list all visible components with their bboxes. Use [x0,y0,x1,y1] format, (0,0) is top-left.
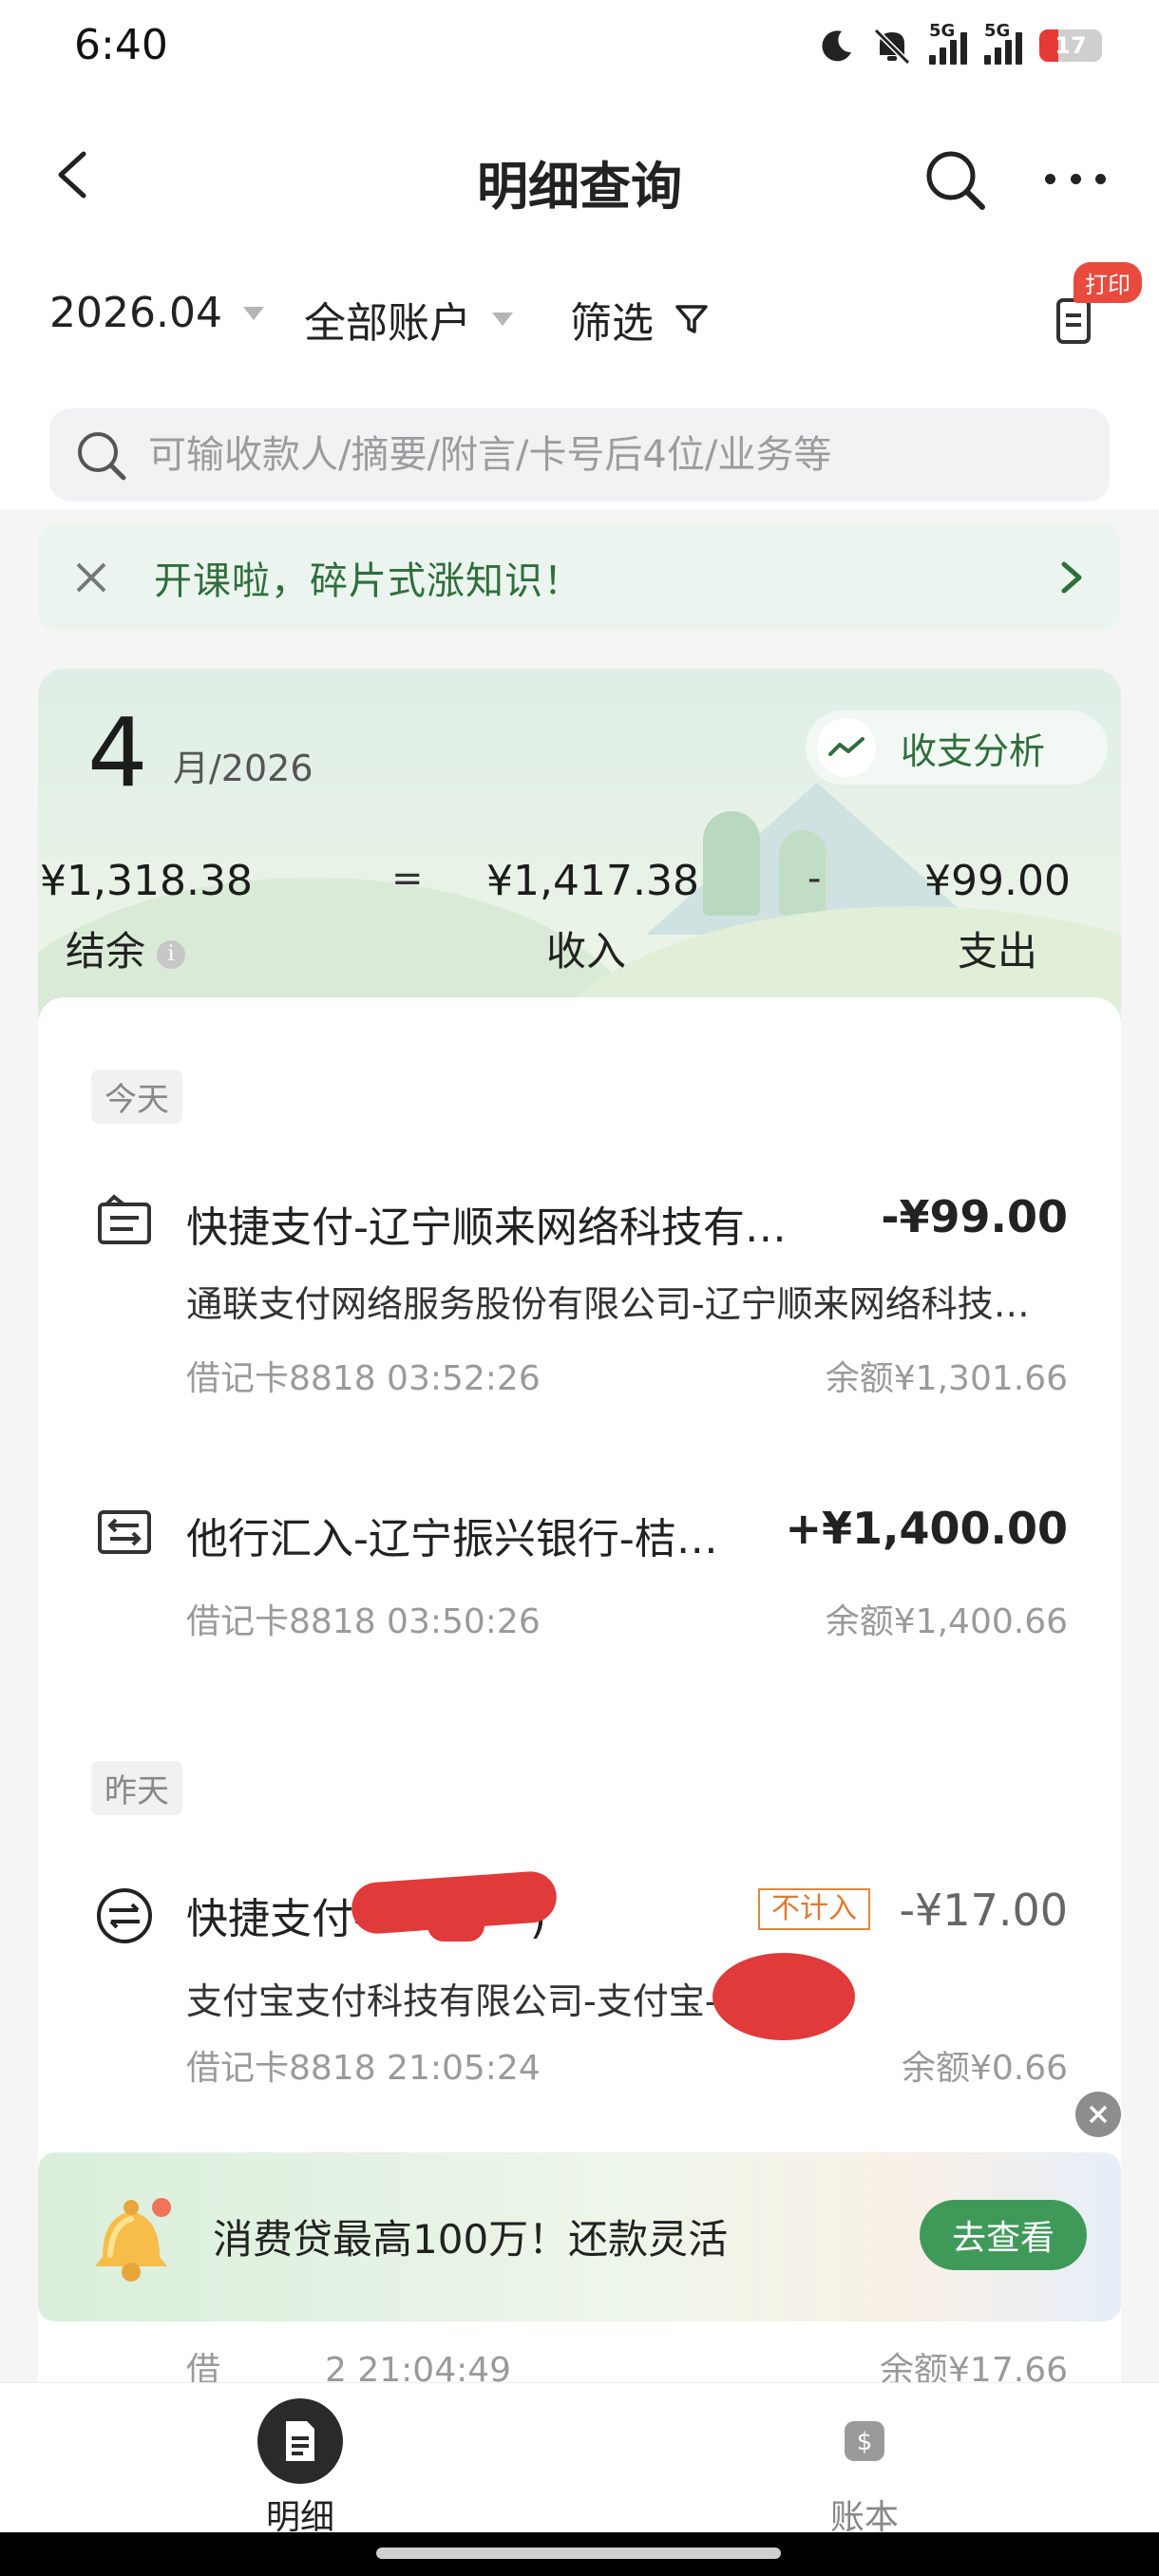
redaction-mark [428,1909,484,1941]
meta-prefix: 借 [186,2351,221,2382]
transaction-card-time: 借 2 21:04:49 [186,2342,511,2382]
signal-icon-2: 5G [984,21,1022,65]
system-navigation-bar [0,2532,1159,2576]
print-badge[interactable]: 打印 [1074,262,1142,303]
mute-icon [873,28,911,65]
month-number: 4 [87,697,148,808]
transaction-balance: 余额¥17.66 [880,2351,1068,2382]
transaction-balance: 余额¥0.66 [901,2049,1068,2088]
expense-amount: ¥99.00 [924,857,1071,905]
status-time: 6:40 [74,21,168,69]
receipt-icon [98,1194,151,1244]
battery-level: 17 [1054,32,1087,59]
excluded-badge: 不计入 [758,1888,870,1930]
close-icon[interactable] [72,559,110,597]
filter-button[interactable]: 筛选 [570,289,709,350]
filter-bar: 2026.04 全部账户 筛选 打印 [0,262,1159,376]
status-bar: 6:40 5G 5G 17 [0,0,1159,91]
account-dropdown[interactable]: 全部账户 [304,289,513,350]
transaction-counterparty: 支付宝支付科技有限公司-支付宝- [186,1980,718,2022]
notice-text: 开课啦，碎片式涨知识！ [154,559,582,603]
month-year: 月/2026 [173,748,314,789]
transaction-card-time: 借记卡8818 03:50:26 [186,1602,541,1641]
promo-text: 消费贷最高100万！还款灵活 [213,2216,729,2263]
equals-sign: = [391,857,424,900]
close-icon [1089,2105,1108,2124]
search-section [0,376,1159,509]
bottom-navigation: 明细 $ 账本 [0,2382,1159,2537]
transaction-amount: -¥17.00 [899,1885,1068,1936]
chevron-right-icon [1061,561,1082,594]
transaction-balance: 余额¥1,400.66 [825,1602,1068,1641]
notice-banner[interactable]: 开课啦，碎片式涨知识！ [38,524,1121,631]
transaction-title-text: 快捷支付- [186,1895,369,1943]
home-indicator[interactable] [376,2548,781,2559]
exchange-icon [97,1888,152,1943]
analysis-label: 收支分析 [901,729,1046,772]
transfer-in-icon [98,1510,151,1554]
meta-tail: 2 21:04:49 [325,2351,512,2382]
background-tree [703,811,760,916]
more-options-icon[interactable] [1045,167,1106,190]
network-type-2: 5G [984,21,1011,41]
signal-icon: 5G [929,21,967,65]
transaction-amount: +¥1,400.00 [785,1503,1068,1554]
income-expense-analysis-button[interactable]: 收支分析 [806,710,1108,785]
period-label: 2026.04 [49,289,222,337]
redaction-mark [712,1953,855,2040]
expense-label: 支出 [957,928,1037,975]
transaction-card-time: 借记卡8818 21:05:24 [186,2049,541,2088]
minus-sign: - [808,857,822,900]
filter-label: 筛选 [570,299,654,348]
balance-label-group: 结余 i [40,919,211,977]
funnel-icon [675,305,708,333]
transaction-title: 快捷支付-辽宁顺来网络科技有… [186,1203,787,1252]
document-icon [257,2398,343,2484]
income-label: 收入 [545,928,626,975]
balance-label: 结余 [65,928,145,975]
ledger-icon: $ [822,2398,907,2484]
transaction-amount: -¥99.00 [881,1191,1068,1242]
svg-text:$: $ [857,2428,873,2456]
day-label-today: 今天 [91,1070,182,1124]
search-icon [78,432,126,481]
status-icons: 5G 5G 17 [819,19,1102,72]
network-type: 5G [929,21,956,41]
app-header: 明细查询 [0,91,1159,262]
search-bar[interactable] [49,408,1110,502]
account-label: 全部账户 [304,299,471,348]
transaction-counterparty: 通联支付网络服务股份有限公司-辽宁顺来网络科技… [186,1283,1030,1325]
battery-icon: 17 [1039,29,1102,62]
transaction-balance: 余额¥1,301.66 [825,1359,1068,1398]
income-amount: ¥1,417.38 [486,857,699,905]
nav-tab-details[interactable]: 明细 [158,2383,443,2537]
search-icon[interactable] [922,146,988,213]
dropdown-arrow-icon [492,313,513,326]
search-input[interactable] [148,433,1060,477]
moon-icon [822,30,851,62]
bell-icon [95,2198,171,2282]
trend-icon [817,718,876,777]
transaction-card-time: 借记卡8818 03:52:26 [186,1359,541,1398]
transaction-title: 他行汇入-辽宁振兴银行-桔… [186,1515,718,1563]
dropdown-arrow-icon [242,306,264,320]
promo-close-button[interactable] [1075,2092,1121,2137]
nav-tab-ledger[interactable]: $ 账本 [722,2383,1007,2537]
info-icon[interactable]: i [157,939,185,969]
period-dropdown[interactable]: 2026.04 [49,289,264,337]
loan-promo-banner[interactable]: 消费贷最高100万！还款灵活 去查看 [38,2152,1121,2321]
promo-view-button[interactable]: 去查看 [920,2200,1087,2270]
day-label-yesterday: 昨天 [91,1761,182,1815]
balance-amount: ¥1,318.38 [40,857,253,905]
transaction-row-partial[interactable]: 借 2 21:04:49 余额¥17.66 [0,2335,1159,2382]
